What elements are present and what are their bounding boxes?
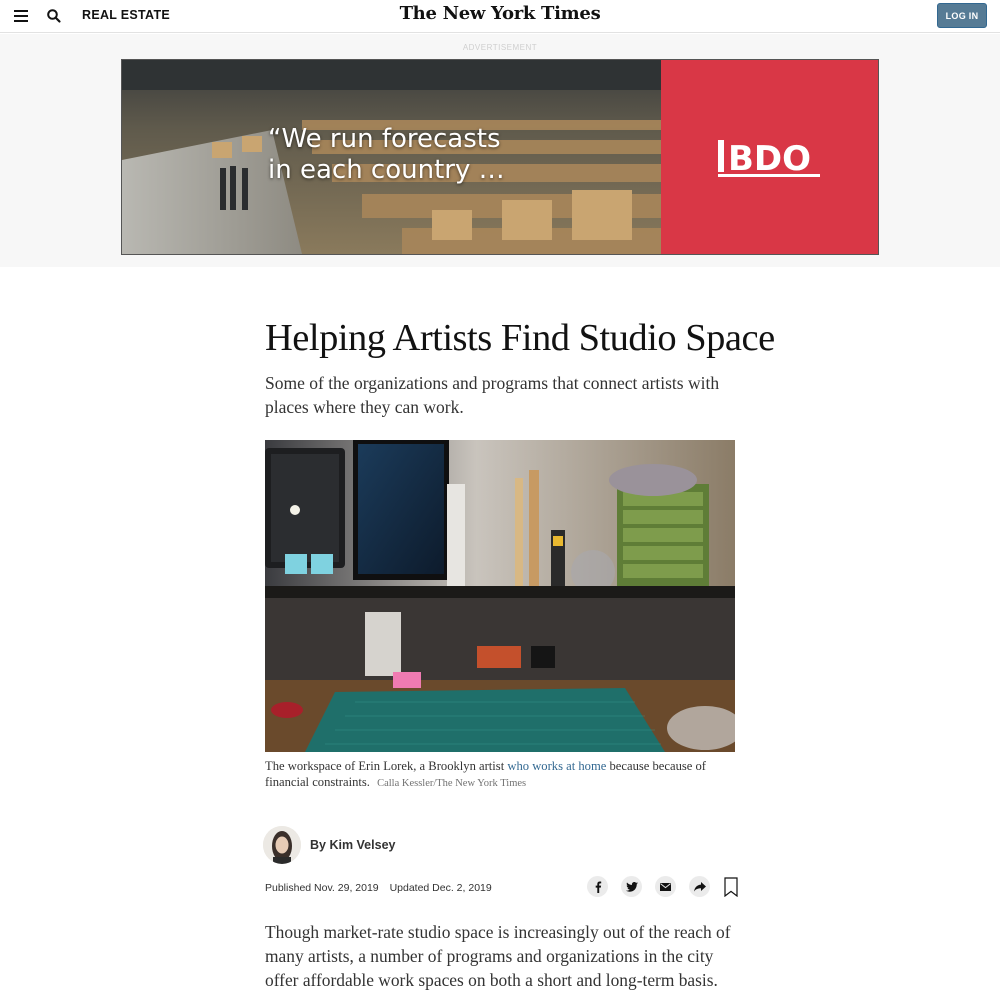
share-icon[interactable] [689, 876, 710, 897]
lead-photo-workspace[interactable] [265, 440, 735, 752]
bdo-logo: BDO [716, 136, 826, 180]
photo-credit: Calla Kessler/The New York Times [377, 778, 527, 789]
share-tools [587, 876, 738, 897]
advertisement-label: ADVERTISEMENT [462, 43, 538, 52]
caption-text-start: The workspace of Erin Lorek, a Brooklyn … [265, 759, 508, 773]
photo-caption: The workspace of Erin Lorek, a Brooklyn … [265, 758, 735, 792]
masthead-logo[interactable]: The New York Times [0, 3, 1000, 24]
author-name[interactable]: By Kim Velsey [310, 838, 395, 852]
top-navigation-bar: REAL ESTATE The New York Times LOG IN [0, 0, 1000, 33]
login-button[interactable]: LOG IN [937, 3, 987, 28]
author-avatar[interactable] [263, 826, 301, 864]
advertisement-band: ADVERTISEMENT “We run forecasts in each … [0, 34, 1000, 267]
caption-link-works-at-home[interactable]: who works at home [507, 759, 606, 773]
article-body-paragraph: Though market-rate studio space is incre… [265, 922, 731, 990]
advertisement-banner[interactable]: “We run forecasts in each country … BDO [121, 59, 879, 255]
ad-headline-line-2: in each country … [268, 155, 505, 185]
published-date: Published Nov. 29, 2019 [265, 882, 379, 894]
byline: By Kim Velsey [263, 825, 395, 865]
bdo-logo-text: BDO [728, 139, 811, 179]
updated-date: Updated Dec. 2, 2019 [389, 882, 492, 894]
facebook-icon[interactable] [587, 876, 608, 897]
bookmark-icon[interactable] [724, 876, 738, 897]
article-dates: Published Nov. 29, 2019 Updated Dec. 2, … [265, 882, 492, 894]
ad-headline: “We run forecasts in each country … [268, 124, 505, 186]
twitter-icon[interactable] [621, 876, 642, 897]
ad-headline-line-1: “We run forecasts [268, 124, 501, 154]
ad-warehouse-image: “We run forecasts in each country … [122, 60, 662, 254]
article-headline: Helping Artists Find Studio Space [265, 317, 775, 359]
email-icon[interactable] [655, 876, 676, 897]
article-summary: Some of the organizations and programs t… [265, 373, 720, 417]
ad-brand-panel: BDO [661, 60, 878, 254]
